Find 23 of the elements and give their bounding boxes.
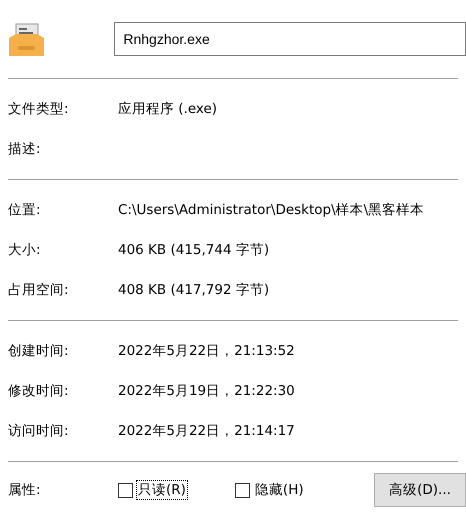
property-value: C:\Users\Administrator\Desktop\样本\黑客样本 [118,201,424,219]
file-tray-icon [8,22,45,56]
property-value: 应用程序 (.exe) [118,100,218,118]
checkbox-label[interactable]: 隐藏(H) [254,481,305,499]
property-value: 408 KB (417,792 字节) [118,281,270,299]
file-name-field[interactable]: Rnhgzhor.exe [114,22,466,56]
property-label: 创建时间: [8,342,70,360]
property-label: 文件类型: [8,100,70,118]
property-label: 占用空间: [8,281,70,299]
property-label: 大小: [8,241,42,259]
attributes-label: 属性: [8,481,42,499]
checkbox-label[interactable]: 只读(R) [137,481,187,499]
property-value: 2022年5月19日，21:22:30 [118,382,295,400]
property-label: 描述: [8,140,42,158]
property-label: 位置: [8,201,42,219]
property-value: 2022年5月22日，21:14:17 [118,422,295,440]
checkbox[interactable] [118,482,133,498]
property-label: 修改时间: [8,382,70,400]
property-value: 2022年5月22日，21:13:52 [118,342,295,360]
advanced-button[interactable]: 高级(D)... [374,473,466,507]
property-value: 406 KB (415,744 字节) [118,241,270,259]
checkbox[interactable] [234,482,250,498]
property-label: 访问时间: [8,422,70,440]
